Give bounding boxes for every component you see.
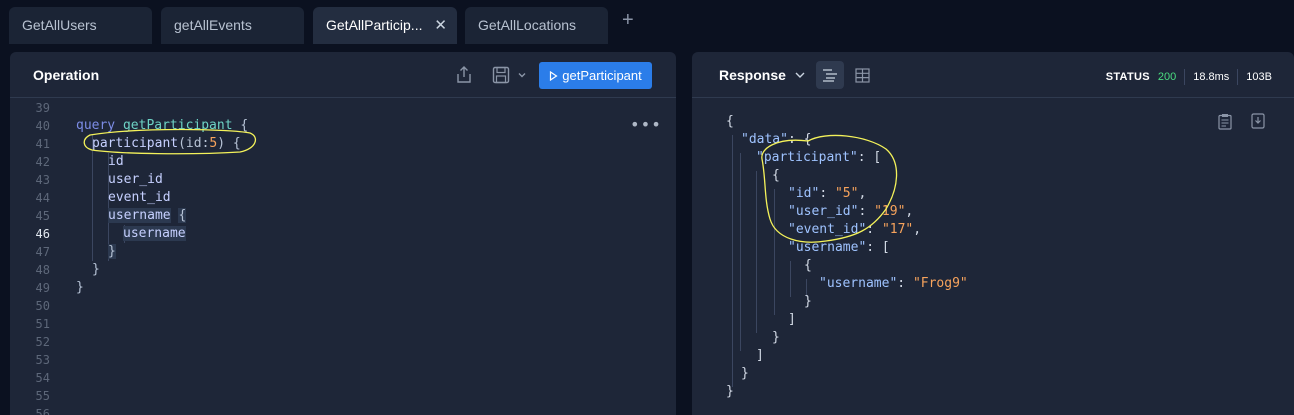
line-number: 55 — [35, 389, 50, 403]
query-editor[interactable]: 39 40 41 42 43 44 45 46 47 48 49 50 51 5… — [10, 99, 676, 415]
run-query-button[interactable]: getParticipant — [539, 62, 652, 89]
share-icon[interactable] — [456, 66, 472, 89]
json-line: "participant": [ — [756, 150, 882, 165]
indent-guide — [774, 189, 775, 315]
lines-icon — [823, 69, 837, 82]
tab-get-all-participants[interactable]: GetAllParticip... ✕ — [313, 7, 457, 44]
table-view-button[interactable] — [848, 61, 876, 89]
response-status: STATUS 200 18.8ms 103B — [1106, 69, 1272, 85]
line-number: 52 — [35, 335, 50, 349]
line-number: 56 — [35, 407, 50, 415]
response-time: 18.8ms — [1193, 71, 1230, 83]
code-line: } — [92, 262, 100, 277]
tab-label: GetAllParticip... — [326, 17, 423, 33]
operation-header: Operation getParticipant — [10, 52, 676, 98]
line-number: 40 — [35, 119, 50, 133]
chevron-down-icon[interactable] — [517, 67, 527, 85]
tab-get-all-users[interactable]: GetAllUsers — [9, 7, 152, 44]
indent-guide — [732, 135, 733, 387]
line-number: 44 — [35, 191, 50, 205]
status-code: 200 — [1157, 71, 1177, 83]
line-number: 42 — [35, 155, 50, 169]
json-line: } — [772, 330, 780, 345]
response-body: { "data": { "participant": [ { "id": "5"… — [692, 99, 1294, 415]
code-line: username — [123, 226, 186, 241]
json-line: "username": [ — [788, 240, 890, 255]
code-line: username { — [108, 208, 187, 223]
json-line: "username": "Frog9" — [819, 276, 968, 291]
close-icon[interactable]: ✕ — [434, 16, 447, 34]
tab-get-all-locations[interactable]: GetAllLocations — [465, 7, 608, 44]
json-line: "user_id": "19", — [788, 204, 914, 219]
json-line: ] — [788, 312, 796, 327]
line-number: 54 — [35, 371, 50, 385]
code-line: } — [108, 244, 116, 259]
json-line: } — [804, 294, 812, 309]
add-tab-icon[interactable]: + — [622, 10, 634, 30]
code-line: } — [76, 280, 84, 295]
save-icon[interactable] — [492, 66, 510, 89]
tab-get-all-events[interactable]: getAllEvents — [161, 7, 304, 44]
download-icon[interactable] — [1251, 113, 1265, 133]
operation-panel: Operation getParticipant 39 40 41 42 43 … — [10, 52, 676, 415]
json-line: "event_id": "17", — [788, 222, 922, 237]
indent-guide — [756, 171, 757, 333]
line-number-current: 46 — [35, 227, 50, 241]
copy-icon[interactable] — [1218, 113, 1232, 134]
json-line: "id": "5", — [788, 186, 867, 201]
run-button-label: getParticipant — [562, 68, 642, 83]
divider — [1184, 69, 1186, 85]
tab-bar: GetAllUsers getAllEvents GetAllParticip.… — [0, 0, 1294, 44]
code-line: user_id — [108, 172, 163, 187]
line-number: 48 — [35, 263, 50, 277]
code-line: event_id — [108, 190, 171, 205]
json-line: { — [726, 114, 734, 129]
line-number: 45 — [35, 209, 50, 223]
chevron-down-icon — [795, 72, 805, 78]
line-number: 41 — [35, 137, 50, 151]
line-number: 47 — [35, 245, 50, 259]
code-line: id — [108, 154, 124, 169]
status-label: STATUS — [1105, 71, 1150, 83]
json-line: { — [804, 258, 812, 273]
response-title-dropdown[interactable]: Response — [719, 67, 806, 83]
tab-label: GetAllUsers — [22, 17, 97, 33]
line-number: 51 — [35, 317, 50, 331]
json-line: } — [726, 384, 734, 399]
response-header: Response STATUS 200 18.8ms 103B — [692, 52, 1294, 98]
code-line: participant(id:5) { — [92, 136, 241, 151]
operation-title: Operation — [33, 67, 100, 83]
json-line: } — [741, 366, 749, 381]
indent-guide — [740, 153, 741, 351]
divider — [1237, 69, 1239, 85]
line-number: 49 — [35, 281, 50, 295]
json-line: "data": { — [741, 132, 812, 147]
indent-guide — [790, 261, 791, 297]
json-line: ] — [756, 348, 764, 363]
indent-guide — [92, 135, 93, 261]
line-number: 39 — [35, 101, 50, 115]
tab-label: getAllEvents — [174, 17, 252, 33]
line-number: 53 — [35, 353, 50, 367]
json-line: { — [772, 168, 780, 183]
table-icon — [854, 67, 870, 83]
line-number: 43 — [35, 173, 50, 187]
text-view-button[interactable] — [816, 61, 844, 89]
code-line: query getParticipant { — [76, 118, 249, 133]
tab-label: GetAllLocations — [478, 17, 577, 33]
play-icon — [550, 70, 558, 81]
response-size: 103B — [1246, 71, 1272, 83]
response-panel: Response STATUS 200 18.8ms 103B {"data"… — [692, 52, 1294, 415]
more-options-icon[interactable]: ••• — [630, 115, 662, 134]
line-number: 50 — [35, 299, 50, 313]
response-title: Response — [719, 67, 786, 83]
